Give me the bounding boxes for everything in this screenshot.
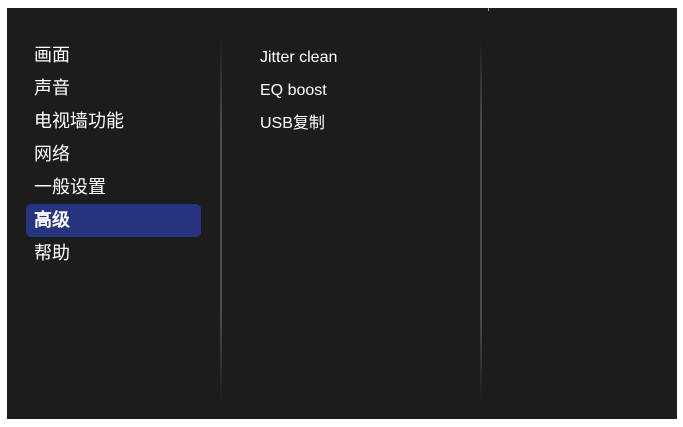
menu-item-sound[interactable]: 声音	[26, 72, 201, 105]
sub-menu: Jitter clean EQ boost USB复制	[260, 41, 337, 140]
menu-item-tiling[interactable]: 电视墙功能	[26, 105, 201, 138]
main-menu: 画面 声音 电视墙功能 网络 一般设置 高级 帮助	[26, 39, 201, 270]
submenu-item-eq-boost[interactable]: EQ boost	[260, 74, 337, 107]
top-tick-mark	[488, 8, 489, 11]
menu-item-help[interactable]: 帮助	[26, 237, 201, 270]
menu-item-network[interactable]: 网络	[26, 138, 201, 171]
submenu-item-usb-copy[interactable]: USB复制	[260, 107, 337, 140]
menu-item-advanced[interactable]: 高级	[26, 204, 201, 237]
menu-item-picture[interactable]: 画面	[26, 39, 201, 72]
submenu-item-jitter-clean[interactable]: Jitter clean	[260, 41, 337, 74]
column-divider-right	[480, 38, 482, 403]
column-divider-left	[220, 38, 222, 403]
menu-item-general-settings[interactable]: 一般设置	[26, 171, 201, 204]
osd-menu-screen: 画面 声音 电视墙功能 网络 一般设置 高级 帮助 Jitter clean E…	[7, 8, 677, 419]
